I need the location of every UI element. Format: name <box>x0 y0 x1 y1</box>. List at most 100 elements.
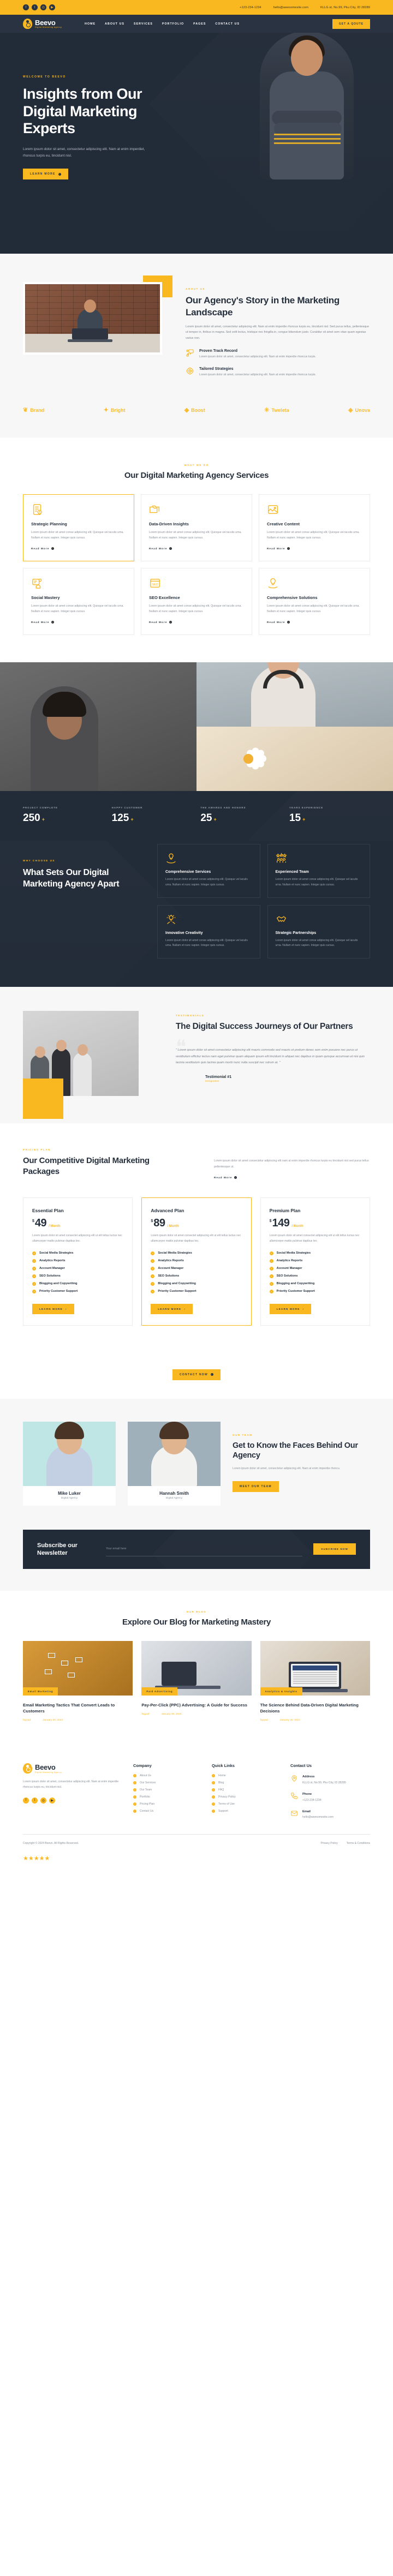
plan-feature-label: SEO Solutions <box>39 1274 61 1278</box>
pricing-card-advanced[interactable]: Advanced Plan $ 89 / Month Lorem ipsum d… <box>141 1197 252 1326</box>
youtube-icon[interactable]: ▶ <box>49 1797 55 1804</box>
footer-contact-item: Address KLLG st, No.99, Pku City, ID 2828… <box>290 1775 370 1786</box>
stat-value: 25 <box>200 812 212 824</box>
instagram-icon[interactable]: ◎ <box>40 4 46 10</box>
plan-feature: › Blogging and Copywriting <box>32 1281 123 1286</box>
mail-icon <box>290 1810 298 1817</box>
newsletter-email-input[interactable] <box>106 1547 303 1550</box>
service-card[interactable]: Data-Driven Insights Lorem ipsum dolor s… <box>141 494 252 561</box>
stat-item: PROJECT COMPLETE 250 + <box>23 806 104 824</box>
footer-terms-link[interactable]: Terms & Conditions <box>347 1842 370 1845</box>
service-card[interactable]: Comprehensive Solutions Lorem ipsum dolo… <box>259 567 370 636</box>
plan-feature-label: Analytics Reports <box>158 1259 184 1263</box>
arrow-right-icon: › <box>184 1307 186 1310</box>
nav-item-portfolio[interactable]: PORTFOLIO <box>162 22 184 26</box>
services-grid: Strategic Planning Lorem ipsum dolor sit… <box>23 494 370 636</box>
footer-link[interactable]: › About Us <box>133 1774 198 1778</box>
hero-person-photo <box>260 33 354 180</box>
footer-link[interactable]: › Privacy Policy <box>212 1795 276 1799</box>
nav-item-services[interactable]: SERVICES <box>134 22 153 26</box>
nav-item-pages[interactable]: PAGES <box>193 22 206 26</box>
twitter-icon[interactable]: t <box>32 1797 38 1804</box>
why-card[interactable]: Experienced Team Lorem ipsum dolor sit a… <box>267 844 370 898</box>
service-read-more[interactable]: Read More › <box>267 621 290 624</box>
service-read-more[interactable]: Read More › <box>149 621 172 624</box>
footer-link[interactable]: › FAQ <box>212 1788 276 1792</box>
footer-logo[interactable]: Beevo Digital Marketing Agency <box>23 1763 119 1774</box>
blog-post-author: fayyad <box>23 1719 31 1722</box>
footer-link[interactable]: › Home <box>212 1774 276 1778</box>
footer-contact-block: Contact Us Address KLLG st, No.99, Pku Ci… <box>290 1763 370 1820</box>
team-member-card[interactable]: Hannah Smith Digital Agency <box>128 1421 221 1506</box>
hero-eyebrow: WELCOME TO BEEVO <box>23 75 66 79</box>
service-read-more[interactable]: Read More › <box>149 547 172 550</box>
why-card[interactable]: Strategic Partnerships Lorem ipsum dolor… <box>267 904 370 959</box>
chevron-right-icon: › <box>32 1289 36 1293</box>
contact-now-button[interactable]: CONTACT NOW › <box>172 1369 221 1380</box>
stat-item: HAPPY CUSTOMER 125 + <box>112 806 193 824</box>
team-member-name: Mike Luker <box>58 1490 81 1496</box>
facebook-icon[interactable]: f <box>23 1797 29 1804</box>
meet-team-label: MEET OUR TEAM <box>240 1485 272 1489</box>
facebook-icon[interactable]: f <box>23 4 29 10</box>
plan-cta-button[interactable]: LEARN MORE › <box>269 1303 312 1314</box>
footer-link[interactable]: › Blog <box>212 1781 276 1785</box>
location-icon <box>290 1775 298 1782</box>
testimonial-eyebrow: TESTIMONIALS <box>176 1014 205 1017</box>
service-card[interactable]: Strategic Planning Lorem ipsum dolor sit… <box>23 494 134 561</box>
hero-learn-more-button[interactable]: LEARN MORE › <box>23 169 68 180</box>
gallery-section <box>0 662 393 792</box>
plan-cta-button[interactable]: LEARN MORE › <box>151 1303 193 1314</box>
service-card[interactable]: Social Mastery Lorem ipsum dolor sit ame… <box>23 567 134 636</box>
site-logo[interactable]: Beevo Digital Marketing Agency <box>23 19 62 29</box>
footer-link-label: FAQ <box>218 1788 224 1792</box>
footer-link[interactable]: › Terms of Use <box>212 1802 276 1806</box>
chevron-right-icon: › <box>151 1251 155 1255</box>
service-read-more[interactable]: Read More › <box>31 547 55 550</box>
star-rating-icon: ★★★★★ <box>23 1855 50 1862</box>
pricing-card-premium[interactable]: Premium Plan $ 149 / Month Lorem ipsum d… <box>260 1197 370 1326</box>
read-more-label: Read More <box>31 621 50 624</box>
topbar-email[interactable]: hello@awesomesite.com <box>273 6 308 9</box>
why-card-text: Lorem ipsum dolor sit amet conse adipisc… <box>275 878 358 886</box>
bee-logo-icon <box>23 1763 32 1774</box>
twitter-icon[interactable]: t <box>32 4 38 10</box>
topbar-phone[interactable]: +123-234-1234 <box>240 6 261 9</box>
instagram-icon[interactable]: ◎ <box>40 1797 46 1804</box>
footer-link[interactable]: › Our Team <box>133 1788 198 1792</box>
footer-link[interactable]: › Contact Us <box>133 1810 198 1813</box>
plan-feature-label: Account Manager <box>39 1267 65 1271</box>
footer-link[interactable]: › Portfolio <box>133 1795 198 1799</box>
footer-link[interactable]: › Support <box>212 1810 276 1813</box>
blog-post-card[interactable]: Analytics & Insights The Science Behind … <box>260 1641 370 1722</box>
why-card[interactable]: Innovative Creativity Lorem ipsum dolor … <box>157 904 260 959</box>
hero-title: Insights from Our Digital Marketing Expe… <box>23 86 142 137</box>
footer-link-label: Home <box>218 1774 226 1778</box>
footer-contact-item: Phone +123-234-1234 <box>290 1792 370 1803</box>
nav-item-home[interactable]: HOME <box>85 22 96 26</box>
footer-link[interactable]: › Pricing Plan <box>133 1802 198 1806</box>
youtube-icon[interactable]: ▶ <box>49 4 55 10</box>
meet-our-team-button[interactable]: MEET OUR TEAM <box>233 1481 279 1493</box>
service-read-more[interactable]: Read More › <box>267 547 290 550</box>
plan-feature-label: Analytics Reports <box>276 1259 303 1263</box>
nav-item-contact-us[interactable]: CONTACT US <box>215 22 240 26</box>
footer-privacy-policy-link[interactable]: Privacy Policy <box>321 1842 338 1845</box>
plan-cta-button[interactable]: LEARN MORE › <box>32 1303 74 1314</box>
footer-link[interactable]: › Our Services <box>133 1781 198 1785</box>
blog-post-card[interactable]: Email Marketing Email Marketing Tactics … <box>23 1641 133 1722</box>
footer-brand-block: Beevo Digital Marketing Agency Lorem ips… <box>23 1763 119 1820</box>
blog-post-card[interactable]: Paid Advertising Pay-Per-Click (PPC) Adv… <box>141 1641 252 1722</box>
why-card[interactable]: Comprehensive Services Lorem ipsum dolor… <box>157 844 260 898</box>
nav-item-about-us[interactable]: ABOUT US <box>105 22 124 26</box>
newsletter-subscribe-button[interactable]: SUBCRIBE NOW <box>313 1543 356 1555</box>
get-quote-button[interactable]: GET A QOUTE <box>332 19 370 29</box>
service-card[interactable]: SEO SEO Excellence Lorem ipsum dolor sit… <box>141 567 252 636</box>
pricing-card-essential[interactable]: Essential Plan $ 49 / Month Lorem ipsum … <box>23 1197 133 1326</box>
social-share-icon <box>31 577 43 589</box>
pricing-read-more[interactable]: Read More › <box>214 1176 237 1179</box>
service-card[interactable]: Creative Content Lorem ipsum dolor sit a… <box>259 494 370 561</box>
service-read-more[interactable]: Read More › <box>31 621 55 624</box>
footer-link-label: Support <box>218 1810 228 1813</box>
team-member-card[interactable]: Mike Luker Digital Agency <box>23 1421 116 1506</box>
